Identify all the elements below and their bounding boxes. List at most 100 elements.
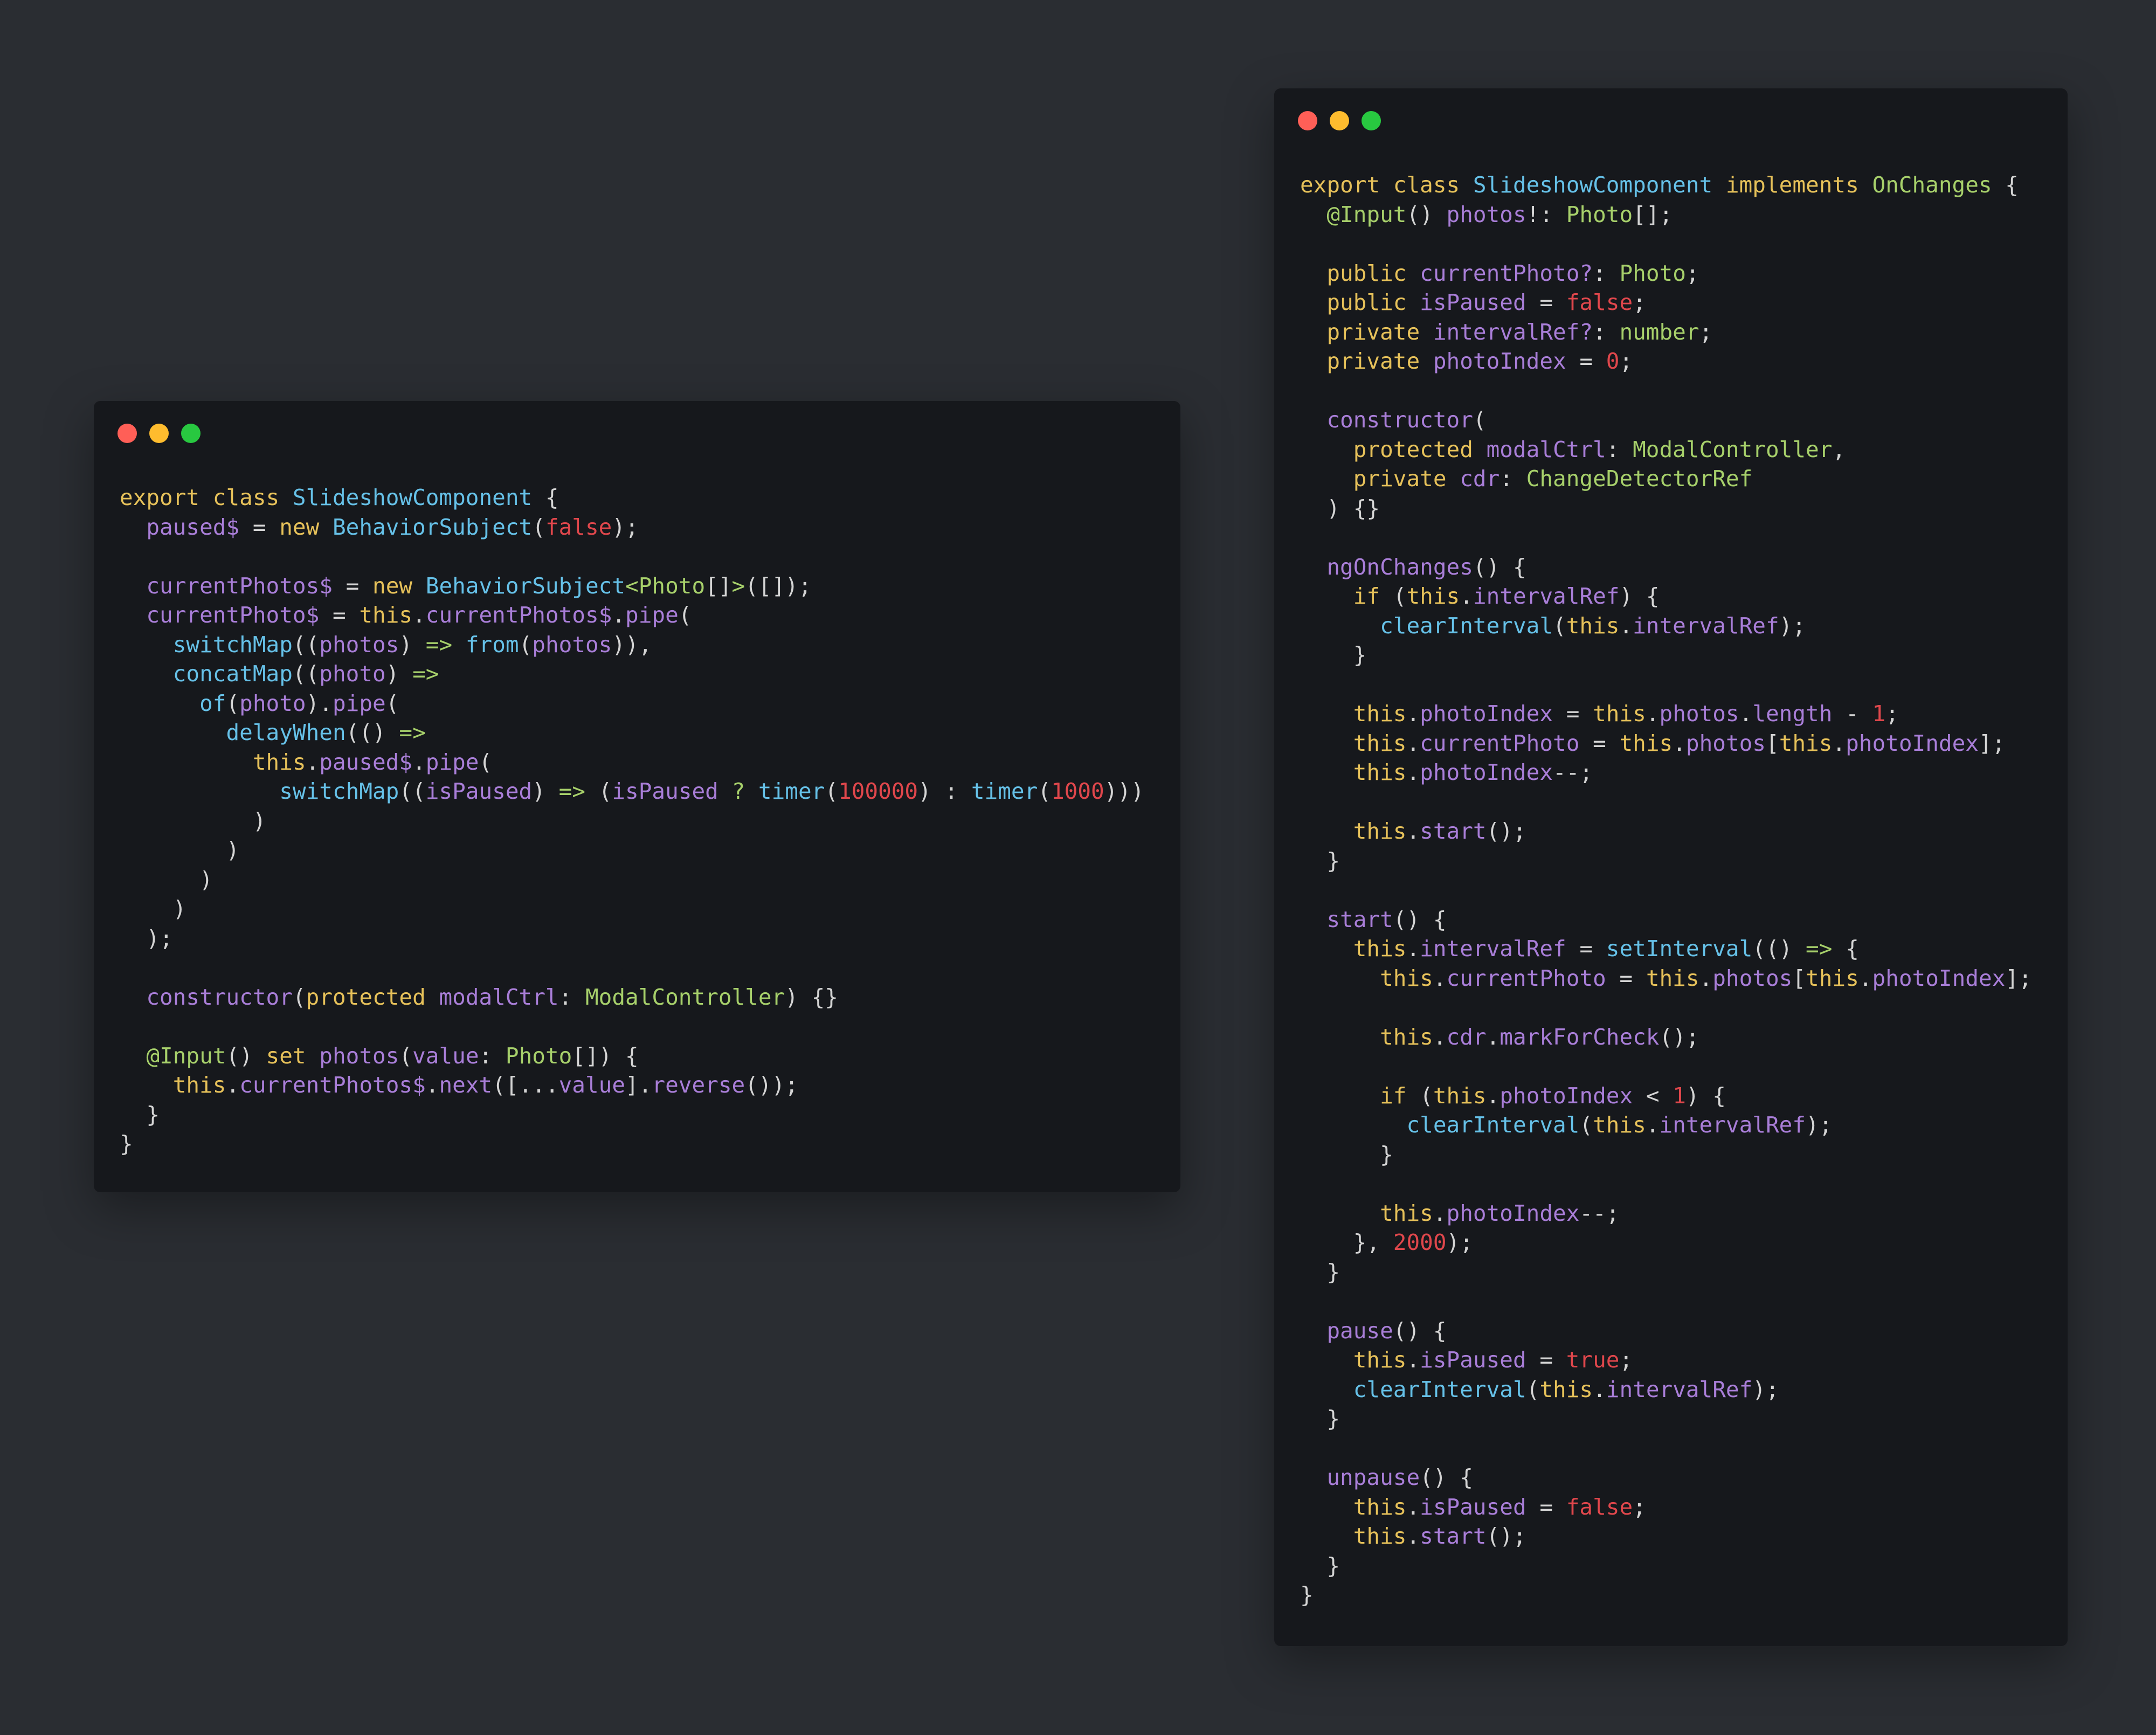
code-token: (( <box>399 778 426 804</box>
code-token: . <box>1646 701 1660 727</box>
code-token: this <box>1646 965 1699 991</box>
code-token: this <box>1593 701 1646 727</box>
code-line: } <box>1300 1140 2032 1170</box>
code-token: . <box>1433 1200 1447 1226</box>
code-block: export class SlideshowComponent { paused… <box>120 483 1144 1159</box>
minimize-dot-icon[interactable] <box>1330 111 1349 130</box>
code-token: : <box>1593 319 1620 345</box>
code-line: ​ <box>1300 1287 2032 1316</box>
minimize-dot-icon[interactable] <box>149 424 169 443</box>
code-token: ( <box>532 514 545 540</box>
code-token: ) : <box>918 778 971 804</box>
code-token: . <box>1739 701 1753 727</box>
close-dot-icon[interactable] <box>1298 111 1317 130</box>
code-window-left: export class SlideshowComponent { paused… <box>94 401 1180 1192</box>
code-token: () { <box>1420 1464 1473 1490</box>
code-token: --; <box>1579 1200 1620 1226</box>
code-token: ( <box>519 631 533 658</box>
code-line: this.isPaused = true; <box>1300 1345 2032 1375</box>
code-token: photos <box>319 1042 399 1069</box>
window-controls <box>1298 111 1381 130</box>
code-token: } <box>1300 642 1367 668</box>
code-token: start <box>1420 1523 1487 1549</box>
code-token: isPaused <box>1420 1347 1526 1373</box>
code-token: ( <box>1420 1082 1433 1109</box>
code-line: if (this.intervalRef) { <box>1300 582 2032 611</box>
code-token: ) {} <box>1300 495 1380 521</box>
code-token: = <box>332 572 373 599</box>
code-line: constructor(protected modalCtrl: ModalCo… <box>120 983 1144 1012</box>
code-token: this <box>1433 1082 1487 1109</box>
code-token: ]; <box>1978 730 2006 756</box>
code-token: pipe <box>425 749 479 775</box>
code-token: new <box>372 572 426 599</box>
code-token: reverse <box>652 1072 745 1098</box>
code-token: timer <box>971 778 1038 804</box>
code-token: . <box>226 1072 240 1098</box>
code-token: { <box>1832 936 1859 962</box>
code-token: . <box>412 602 426 628</box>
code-line: private intervalRef?: number; <box>1300 317 2032 347</box>
code-token: intervalRef? <box>1433 319 1593 345</box>
code-line: start() { <box>1300 905 2032 935</box>
code-token: ; <box>1685 260 1699 286</box>
code-token: ( <box>292 984 306 1010</box>
code-token: photoIndex <box>1872 965 2006 991</box>
code-token: ); <box>1752 1376 1779 1402</box>
code-token: . <box>1593 1376 1606 1402</box>
code-token: 2000 <box>1393 1229 1447 1255</box>
code-token: timer <box>758 778 825 804</box>
code-token: currentPhotos$ <box>425 602 612 628</box>
code-token: this <box>120 749 306 775</box>
code-token: (); <box>1659 1024 1699 1050</box>
code-token: ; <box>1885 701 1899 727</box>
maximize-dot-icon[interactable] <box>1362 111 1381 130</box>
code-token: SlideshowComponent <box>1473 172 1726 198</box>
code-token: ]; <box>2005 965 2032 991</box>
code-token: intervalRef <box>1473 583 1620 609</box>
code-token: : <box>558 984 585 1010</box>
code-token: photos <box>1659 701 1739 727</box>
code-token: number <box>1619 319 1699 345</box>
code-token: SlideshowComponent <box>292 485 533 510</box>
code-token: BehaviorSubject <box>332 514 533 540</box>
code-token: - <box>1832 701 1872 727</box>
code-line: ​ <box>1300 787 2032 817</box>
code-token: ? <box>718 778 758 804</box>
code-token: photo <box>239 690 306 716</box>
code-token: cdr <box>1460 466 1500 492</box>
close-dot-icon[interactable] <box>118 424 137 443</box>
code-token: . <box>1646 1112 1660 1138</box>
code-line: this.currentPhoto = this.photos[this.pho… <box>1300 729 2032 758</box>
code-line: this.cdr.markForCheck(); <box>1300 1022 2032 1052</box>
code-token: public <box>1300 260 1420 286</box>
code-token: . <box>1673 730 1686 756</box>
code-token: currentPhoto <box>1446 965 1606 991</box>
code-token: if <box>1300 1082 1420 1109</box>
code-token: this <box>1300 1494 1407 1520</box>
code-token: @Input <box>1300 201 1407 227</box>
code-token: export class <box>1300 172 1473 198</box>
code-line: ) {} <box>1300 494 2032 523</box>
code-token: photos <box>532 631 612 658</box>
code-token: false <box>1566 289 1633 315</box>
code-block: export class SlideshowComponent implemen… <box>1300 170 2032 1610</box>
code-token: currentPhotos$ <box>120 572 333 599</box>
code-token: currentPhoto$ <box>120 602 320 628</box>
window-controls <box>118 424 201 443</box>
code-line: this.isPaused = false; <box>1300 1492 2032 1522</box>
code-token: (( <box>292 661 320 687</box>
code-token: pause <box>1300 1317 1393 1344</box>
code-line: this.photoIndex--; <box>1300 758 2032 787</box>
code-token: ) <box>385 661 413 687</box>
code-line: } <box>120 1129 1144 1159</box>
code-token: () { <box>1393 1317 1447 1344</box>
code-token: Photo <box>505 1042 572 1069</box>
code-token: @Input <box>120 1042 226 1069</box>
code-token: paused$ <box>319 749 413 775</box>
maximize-dot-icon[interactable] <box>181 424 201 443</box>
code-token: paused$ <box>120 514 240 540</box>
code-token: . <box>1460 583 1473 609</box>
code-line: } <box>120 1100 1144 1130</box>
code-token: ( <box>479 749 493 775</box>
